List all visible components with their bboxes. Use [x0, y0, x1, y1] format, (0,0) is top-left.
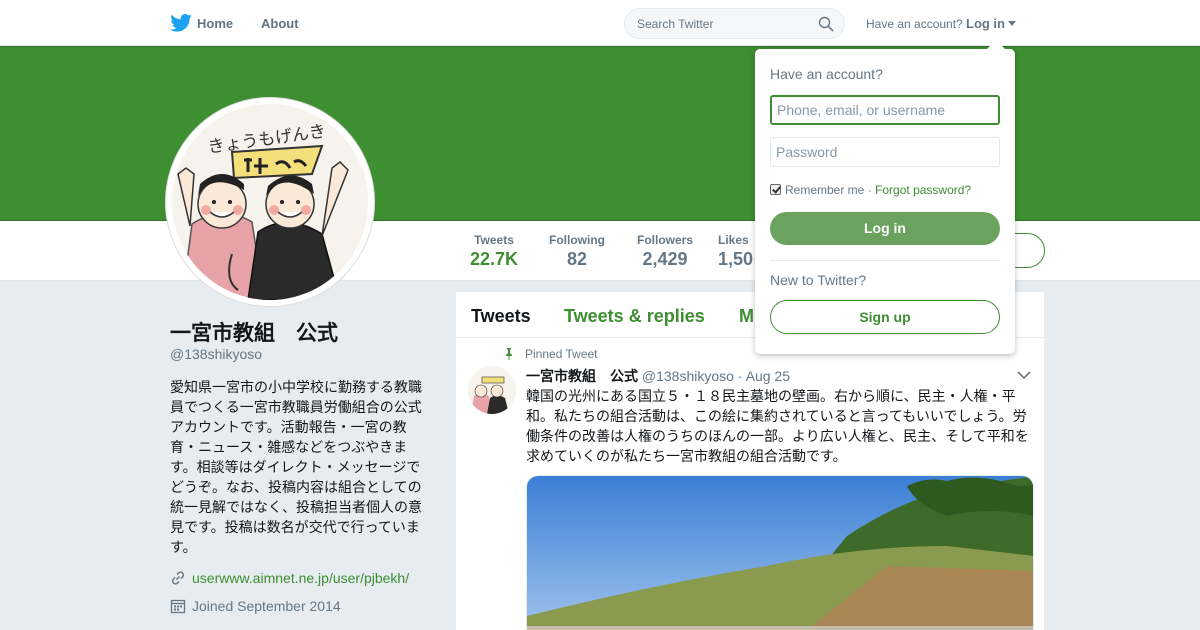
- stat-label: Followers: [636, 233, 693, 247]
- login-button[interactable]: Log in: [770, 212, 1000, 245]
- profile-avatar[interactable]: きょうもげんき: [165, 97, 375, 307]
- search-icon[interactable]: [818, 16, 834, 32]
- stat-tweets[interactable]: Tweets 22.7K: [455, 233, 533, 270]
- link-icon: [171, 571, 185, 585]
- pin-icon: [506, 348, 512, 360]
- forgot-password-link[interactable]: Forgot password?: [875, 183, 971, 197]
- tab-tweets[interactable]: Tweets: [471, 306, 531, 327]
- tweet-author-handle[interactable]: @138shikyoso: [642, 368, 734, 384]
- pinned-label: Pinned Tweet: [525, 347, 598, 361]
- active-stat-indicator: [455, 57, 533, 60]
- tweet-photo[interactable]: [526, 475, 1034, 630]
- login-dropdown: Have an account? Remember me · Forgot pa…: [755, 40, 1015, 354]
- dropdown-title: Have an account?: [770, 66, 883, 82]
- tweet-header: 一宮市教組 公式 @138shikyoso · Aug 25: [526, 366, 790, 386]
- profile-name[interactable]: 一宮市教組 公式: [170, 317, 338, 347]
- remember-me-row: Remember me · Forgot password?: [770, 183, 971, 197]
- login-dropdown-toggle[interactable]: Log in: [966, 16, 1005, 31]
- profile-website-link[interactable]: userwww.aimnet.ne.jp/user/pjbekh/: [192, 570, 409, 586]
- calendar-icon: [170, 599, 186, 614]
- avatar-thumbnail: [468, 366, 516, 414]
- username-input[interactable]: [770, 95, 1000, 125]
- remember-separator: ·: [867, 183, 872, 197]
- tweet-avatar[interactable]: [468, 366, 516, 414]
- chevron-down-icon[interactable]: [1017, 370, 1031, 380]
- stat-value: 2,429: [642, 249, 688, 269]
- chevron-down-icon[interactable]: [1008, 21, 1016, 26]
- have-account-text: Have an account?: [866, 17, 963, 31]
- tab-media[interactable]: M: [739, 306, 754, 327]
- search-input[interactable]: Search Twitter: [637, 17, 713, 31]
- signup-button[interactable]: Sign up: [770, 300, 1000, 334]
- tweet-text: 韓国の光州にある国立５・１８民主墓地の壁画。右から順に、民主・人権・平和。私たち…: [526, 388, 1029, 464]
- joined-date: Joined September 2014: [192, 598, 341, 614]
- remember-me-checkbox[interactable]: [770, 184, 781, 195]
- stat-value: 22.7K: [469, 249, 519, 269]
- new-to-twitter-text: New to Twitter?: [770, 272, 867, 288]
- nav-about-link[interactable]: About: [261, 16, 299, 31]
- avatar-illustration: きょうもげんき: [172, 104, 368, 300]
- dropdown-arrow: [987, 40, 1005, 49]
- profile-handle[interactable]: @138shikyoso: [170, 346, 262, 362]
- tab-tweets-replies[interactable]: Tweets & replies: [564, 306, 705, 327]
- nav-home-link[interactable]: Home: [197, 16, 233, 31]
- stat-value: 82: [566, 249, 588, 269]
- profile-joined: Joined September 2014: [170, 598, 341, 614]
- dropdown-divider: [770, 260, 1000, 261]
- tweet-separator: ·: [737, 368, 743, 384]
- avatar-image: きょうもげんき: [172, 104, 368, 300]
- profile-website[interactable]: userwww.aimnet.ne.jp/user/pjbekh/: [170, 570, 409, 586]
- remember-me-label[interactable]: Remember me: [785, 183, 864, 197]
- stat-label: Following: [549, 233, 605, 247]
- profile-bio: 愛知県一宮市の小中学校に勤務する教職員でつくる一宮市教職員労働組合の公式アカウン…: [170, 379, 422, 555]
- twitter-bird-icon[interactable]: [170, 14, 192, 32]
- search-box[interactable]: Search Twitter: [624, 8, 845, 39]
- tweet-author-name[interactable]: 一宮市教組 公式: [526, 368, 638, 384]
- stat-followers[interactable]: Followers 2,429: [628, 233, 702, 270]
- top-navigation: Home About Search Twitter Have an accoun…: [0, 0, 1200, 46]
- tweet-photo-image: [527, 476, 1033, 630]
- password-input[interactable]: [770, 137, 1000, 167]
- stat-label: Tweets: [474, 233, 514, 247]
- tweet-date[interactable]: Aug 25: [746, 368, 790, 384]
- stat-following[interactable]: Following 82: [540, 233, 614, 270]
